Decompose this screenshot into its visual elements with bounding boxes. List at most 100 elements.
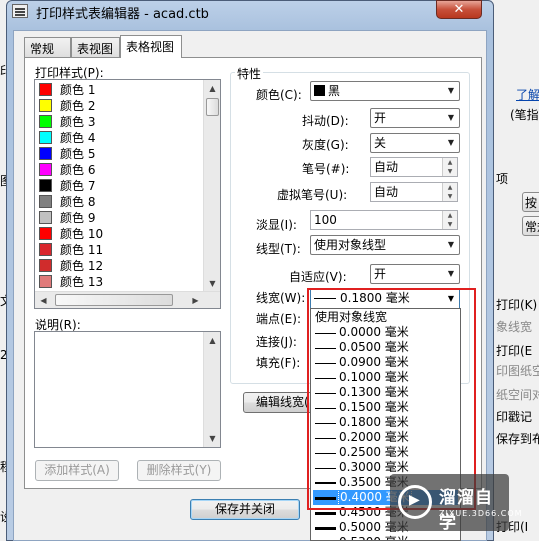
- line-sample-icon: [315, 497, 336, 500]
- color-swatch-icon: [39, 211, 52, 224]
- screening-spinner[interactable]: 100 ▲ ▼: [310, 210, 458, 230]
- grayscale-combo[interactable]: 关 ▼: [370, 133, 460, 153]
- lineweight-option[interactable]: 0.0500 毫米: [313, 340, 458, 355]
- delete-style-button[interactable]: 删除样式(Y): [137, 460, 221, 481]
- list-item[interactable]: 颜色 4: [38, 129, 203, 145]
- lineweight-option[interactable]: 使用对象线宽: [313, 310, 458, 325]
- style-name: 颜色 5: [60, 147, 96, 161]
- save-and-close-button[interactable]: 保存并关闭: [190, 499, 300, 520]
- list-item[interactable]: 颜色 6: [38, 161, 203, 177]
- scroll-left-icon[interactable]: ◀: [35, 292, 52, 308]
- list-item[interactable]: 颜色 9: [38, 209, 203, 225]
- bg-button[interactable]: 常规: [522, 216, 539, 236]
- spinner-buttons[interactable]: ▲ ▼: [442, 183, 457, 201]
- style-name: 颜色 1: [60, 83, 96, 97]
- lineweight-option[interactable]: 0.1000 毫米: [313, 370, 458, 385]
- bg-link[interactable]: 了解: [516, 86, 539, 103]
- lineweight-option[interactable]: 0.0000 毫米: [313, 325, 458, 340]
- line-sample-icon: [315, 408, 336, 409]
- print-styles-list[interactable]: 颜色 1 颜色 2 颜色 3 颜色 4 颜色 5 颜色 6 颜色 7 颜色 8 颜色 9 颜色 1…: [34, 79, 221, 309]
- adaptive-combo[interactable]: 开 ▼: [370, 264, 460, 284]
- tab-table-view[interactable]: 表视图: [71, 37, 120, 57]
- spinner-buttons[interactable]: ▲ ▼: [442, 158, 457, 176]
- bg-text: 象线宽: [496, 320, 533, 334]
- bg-button[interactable]: 按: [522, 192, 539, 212]
- lineweight-option[interactable]: 0.0900 毫米: [313, 355, 458, 370]
- grayscale-label: 灰度(G):: [302, 138, 349, 152]
- linetype-label: 线型(T):: [256, 242, 301, 256]
- list-item[interactable]: 颜色 8: [38, 193, 203, 209]
- color-swatch-icon: [39, 99, 52, 112]
- watermark: 溜溜自学 ZIXUE.3D66.COM: [390, 474, 522, 533]
- edit-lineweights-button[interactable]: 编辑线宽(: [243, 392, 313, 413]
- list-item[interactable]: 颜色 7: [38, 177, 203, 193]
- spin-down-icon: ▼: [447, 168, 453, 175]
- style-name: 颜色 13: [60, 275, 104, 289]
- bg-text: 印图纸空: [496, 364, 539, 378]
- virtual-pen-spinner[interactable]: 自动 ▲ ▼: [370, 182, 458, 202]
- linetype-combo[interactable]: 使用对象线型 ▼: [310, 235, 460, 255]
- color-swatch-icon: [39, 227, 52, 240]
- adaptive-label: 自适应(V):: [289, 270, 347, 284]
- list-item[interactable]: 颜色 1: [38, 81, 203, 97]
- screening-label: 淡显(I):: [256, 218, 297, 232]
- fill-label: 填充(F):: [256, 356, 301, 370]
- scroll-thumb[interactable]: [55, 294, 173, 306]
- lineweight-option-label: 0.2000 毫米: [339, 430, 409, 444]
- list-item[interactable]: 颜色 10: [38, 225, 203, 241]
- lineweight-option[interactable]: 0.2000 毫米: [313, 430, 458, 445]
- line-sample-icon: [315, 468, 336, 469]
- scroll-down-icon[interactable]: ▼: [204, 275, 220, 292]
- lineweight-option-label: 0.2500 毫米: [339, 445, 409, 459]
- line-sample-icon: [315, 512, 336, 515]
- pen-number-spinner[interactable]: 自动 ▲ ▼: [370, 157, 458, 177]
- scroll-right-icon[interactable]: ▶: [187, 292, 204, 308]
- dither-combo[interactable]: 开 ▼: [370, 108, 460, 128]
- style-name: 颜色 7: [60, 179, 96, 193]
- lineweight-option-label: 0.0900 毫米: [339, 355, 409, 369]
- lineweight-option[interactable]: 0.2500 毫米: [313, 445, 458, 460]
- list-vertical-scrollbar[interactable]: ▲ ▼: [203, 80, 220, 292]
- list-item[interactable]: 颜色 12: [38, 257, 203, 273]
- close-button[interactable]: ✕: [436, 0, 482, 19]
- line-sample-icon: [315, 527, 336, 530]
- scroll-up-icon[interactable]: ▲: [204, 332, 221, 349]
- lineweight-option[interactable]: 0.5300 毫米: [313, 535, 458, 540]
- list-horizontal-scrollbar[interactable]: ◀ ▶: [35, 291, 220, 308]
- lineweight-combo[interactable]: 0.1800 毫米 ▼: [310, 288, 460, 309]
- style-name: 颜色 3: [60, 115, 96, 129]
- scroll-down-icon[interactable]: ▼: [204, 430, 221, 447]
- lineweight-option[interactable]: 0.1800 毫米: [313, 415, 458, 430]
- tab-form-view[interactable]: 表格视图: [120, 35, 182, 58]
- lineweight-option[interactable]: 0.3000 毫米: [313, 460, 458, 475]
- endpoint-label: 端点(E):: [256, 312, 301, 326]
- list-item[interactable]: 颜色 2: [38, 97, 203, 113]
- lineweight-option[interactable]: 0.1500 毫米: [313, 400, 458, 415]
- line-sample-icon: [315, 333, 336, 334]
- background-app-right: 了解 (笔指 项 按 常规 打印(K) 象线宽 打印(E 印图纸空 纸空间对 印…: [492, 0, 539, 541]
- line-sample-icon: [315, 423, 336, 424]
- color-label: 颜色(C):: [256, 88, 302, 102]
- lineweight-option-label: 0.1000 毫米: [339, 370, 409, 384]
- bg-text: 打印(K): [496, 298, 538, 312]
- spin-up-icon: ▲: [447, 212, 453, 219]
- list-item[interactable]: 颜色 3: [38, 113, 203, 129]
- color-combo[interactable]: 黑 ▼: [310, 81, 460, 101]
- description-textarea[interactable]: ▲ ▼: [34, 331, 221, 448]
- line-sample-icon: [315, 438, 336, 439]
- list-item[interactable]: 颜色 13: [38, 273, 203, 289]
- lineweight-option-label: 0.0500 毫米: [339, 340, 409, 354]
- style-name: 颜色 8: [60, 195, 96, 209]
- list-item[interactable]: 颜色 5: [38, 145, 203, 161]
- style-name: 颜色 12: [60, 259, 104, 273]
- scroll-thumb[interactable]: [206, 98, 219, 116]
- lineweight-option[interactable]: 0.1300 毫米: [313, 385, 458, 400]
- spinner-buttons[interactable]: ▲ ▼: [442, 211, 457, 229]
- desc-scrollbar[interactable]: ▲ ▼: [203, 332, 220, 447]
- add-style-button[interactable]: 添加样式(A): [35, 460, 119, 481]
- tab-general[interactable]: 常规: [24, 37, 71, 57]
- list-item[interactable]: 颜色 11: [38, 241, 203, 257]
- scroll-up-icon[interactable]: ▲: [204, 80, 220, 97]
- watermark-main-text: 溜溜自学: [439, 488, 493, 533]
- style-name: 颜色 9: [60, 211, 96, 225]
